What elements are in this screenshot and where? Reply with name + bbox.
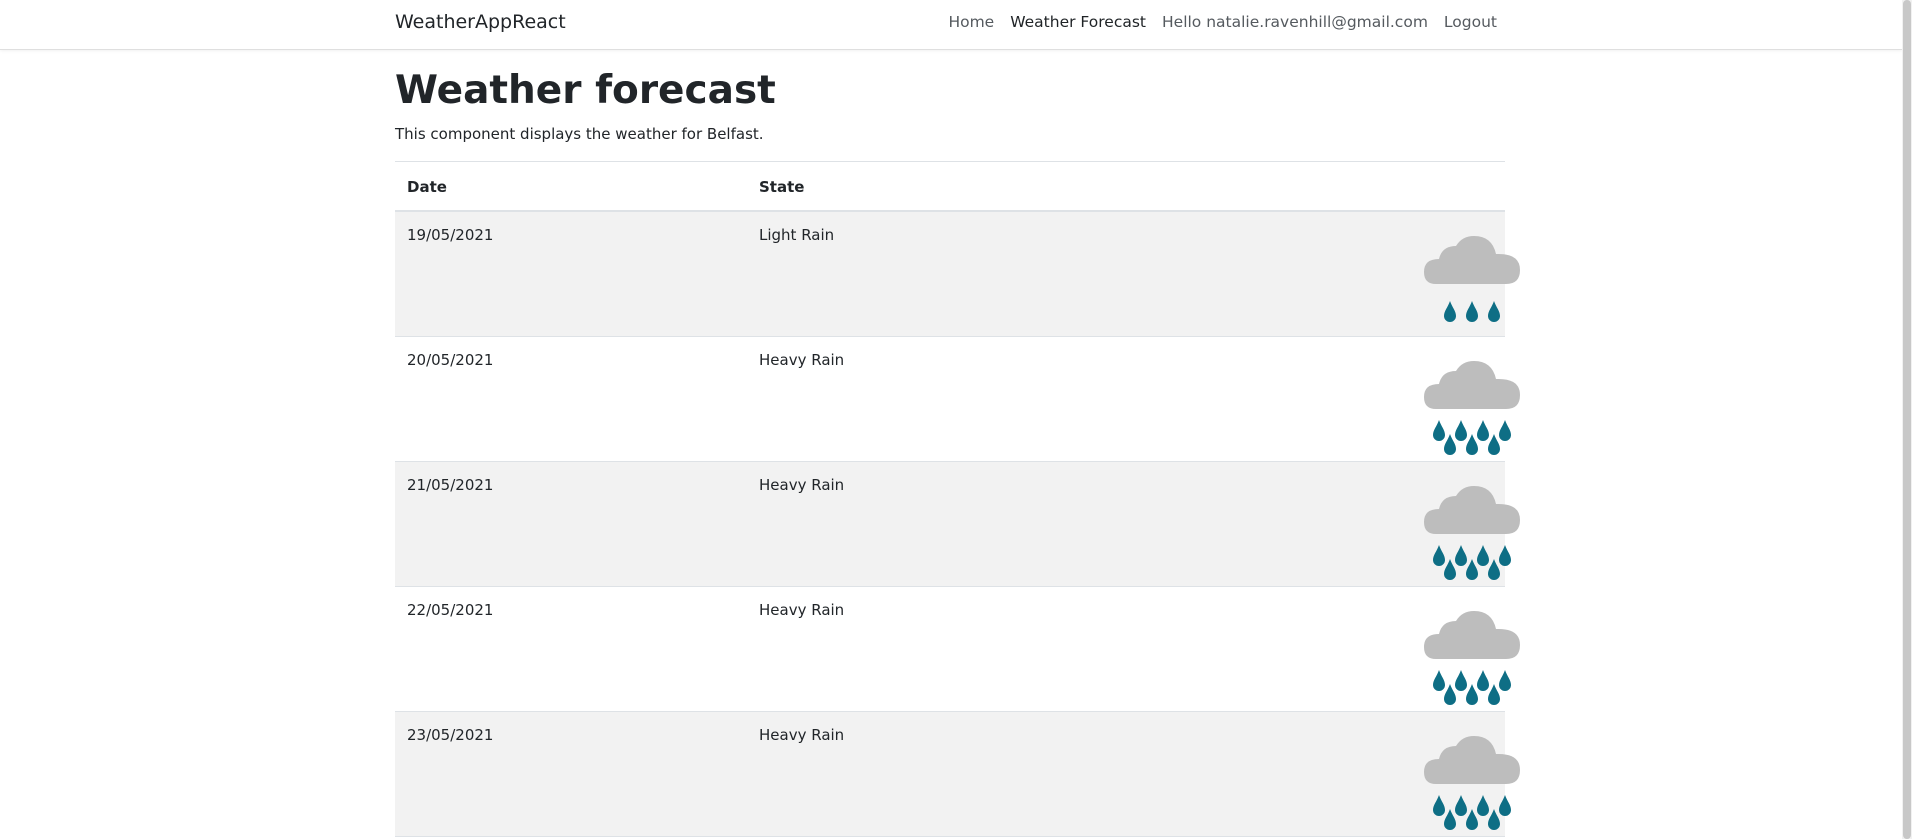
table-row: 19/05/2021 Light Rain	[395, 211, 1520, 337]
forecast-table: Date State 19/05/2021 Light Rain 20/05/20…	[395, 161, 1520, 837]
page-title: Weather forecast	[395, 68, 776, 113]
table-row: 23/05/2021 Heavy Rain	[395, 711, 1520, 837]
table-row: 20/05/2021 Heavy Rain	[395, 336, 1520, 461]
icon-cell	[1080, 211, 1520, 336]
forecast-table-body: 19/05/2021 Light Rain 20/05/2021 Heavy Rai…	[395, 211, 1520, 837]
page-description: This component displays the weather for …	[395, 124, 764, 143]
state-cell: Heavy Rain	[759, 475, 845, 494]
top-navbar: WeatherAppReact Home Weather Forecast He…	[0, 0, 1902, 50]
date-cell: 23/05/2021	[407, 725, 494, 744]
date-cell: 22/05/2021	[407, 600, 494, 619]
heavy-rain-icon	[1080, 353, 1520, 459]
nav-home-link[interactable]: Home	[948, 13, 994, 31]
icon-cell	[1080, 586, 1520, 711]
table-row: 21/05/2021 Heavy Rain	[395, 461, 1520, 587]
scrollbar-thumb[interactable]	[1903, 0, 1911, 839]
state-column-header: State	[759, 177, 805, 196]
brand-link[interactable]: WeatherAppReact	[395, 11, 566, 33]
heavy-rain-icon	[1080, 478, 1520, 584]
vertical-scrollbar[interactable]	[1902, 0, 1912, 839]
nav-user-greeting-link[interactable]: Hello natalie.ravenhill@gmail.com	[1162, 13, 1428, 31]
icon-column-header	[1080, 161, 1505, 211]
date-cell: 20/05/2021	[407, 350, 494, 369]
light-rain-icon	[1080, 228, 1520, 334]
table-row: 22/05/2021 Heavy Rain	[395, 586, 1520, 711]
icon-cell	[1080, 336, 1520, 461]
table-header-row: Date State	[395, 161, 1505, 212]
state-cell: Heavy Rain	[759, 600, 845, 619]
state-cell: Light Rain	[759, 226, 835, 245]
date-column-header: Date	[407, 177, 447, 196]
icon-cell	[1080, 461, 1520, 586]
nav-logout-link[interactable]: Logout	[1444, 13, 1497, 31]
heavy-rain-icon	[1080, 728, 1520, 834]
heavy-rain-icon	[1080, 603, 1520, 709]
state-cell: Heavy Rain	[759, 350, 845, 369]
icon-cell	[1080, 711, 1520, 836]
state-cell: Heavy Rain	[759, 725, 845, 744]
main-content: Weather forecast This component displays…	[395, 50, 1520, 837]
nav-weather-forecast-link[interactable]: Weather Forecast	[1010, 13, 1146, 31]
date-cell: 21/05/2021	[407, 475, 494, 494]
date-cell: 19/05/2021	[407, 226, 494, 245]
nav-links: Home Weather Forecast Hello natalie.rave…	[948, 0, 1497, 44]
